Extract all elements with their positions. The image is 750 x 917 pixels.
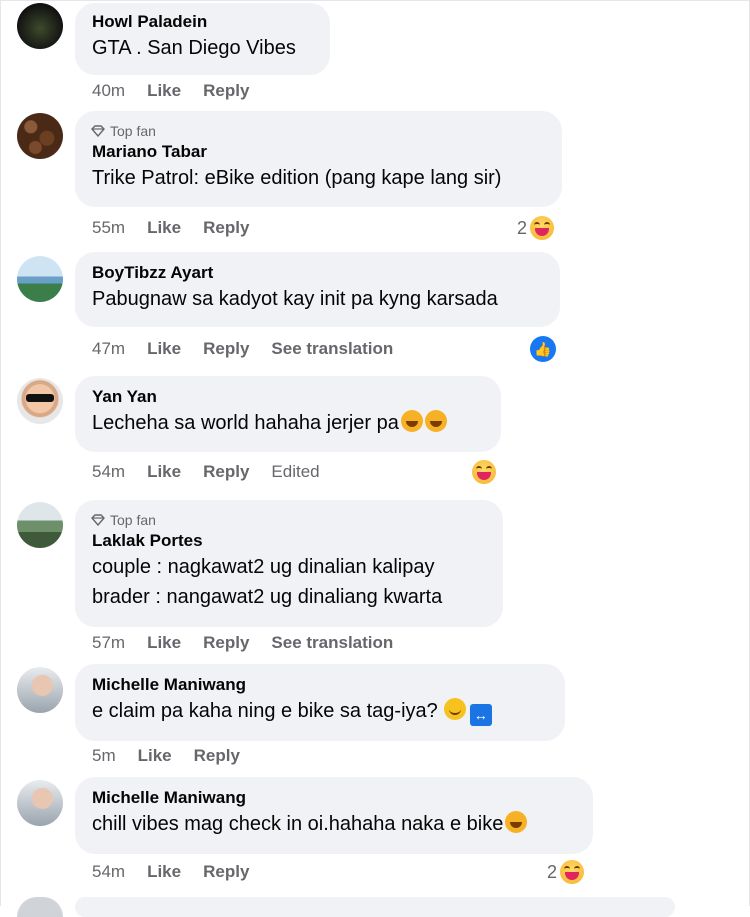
top-fan-badge: Top fan (91, 121, 545, 141)
left-right-arrow-icon: ↔ (469, 704, 492, 726)
avatar[interactable] (17, 502, 63, 548)
reply-button[interactable]: Reply (203, 633, 249, 653)
laughing-emoji-icon (472, 460, 496, 484)
comment-author[interactable]: Yan Yan (92, 386, 484, 408)
smile-emoji-icon (443, 698, 466, 720)
top-fan-label: Top fan (110, 123, 156, 139)
diamond-icon (91, 125, 105, 137)
comment-actions: 57m Like Reply See translation (92, 631, 415, 655)
reaction-summary[interactable]: 2 (547, 860, 585, 884)
laughing-emoji-icon (560, 860, 585, 884)
comment-actions: 40m Like Reply (92, 79, 271, 103)
comment-author[interactable]: Howl Paladein (92, 11, 313, 33)
reply-button[interactable]: Reply (203, 862, 249, 882)
reply-button[interactable]: Reply (203, 218, 249, 238)
like-button[interactable]: Like (138, 746, 172, 766)
top-fan-label: Top fan (110, 512, 156, 528)
comment-author[interactable]: BoyTibzz Ayart (92, 262, 543, 284)
reaction-summary[interactable] (472, 460, 496, 484)
diamond-icon (91, 514, 105, 526)
comment-actions: 54m Like Reply Edited (92, 460, 342, 484)
sunglasses-icon (26, 394, 54, 402)
comment-actions: 55m Like Reply (92, 216, 271, 240)
reply-button[interactable]: Reply (203, 339, 249, 359)
edited-label: Edited (271, 462, 320, 481)
comment-time[interactable]: 55m (92, 218, 125, 238)
comment-text-line: brader : nangawat2 ug dinaliang kwarta (92, 586, 443, 608)
comment-text: Trike Patrol: eBike edition (pang kape l… (92, 167, 502, 189)
comment-bubble: Michelle Maniwang e claim pa kaha ning e… (75, 664, 565, 741)
avatar[interactable] (17, 3, 63, 49)
comment-text-content: e claim pa kaha ning e bike sa tag-iya? (92, 700, 438, 722)
comment-text: Pabugnaw sa kadyot kay init pa kyng kars… (92, 288, 498, 310)
comment-actions: 54m Like Reply (92, 860, 271, 884)
reaction-summary[interactable]: 2 (517, 216, 555, 240)
comment-text: GTA . San Diego Vibes (92, 37, 296, 59)
avatar[interactable] (17, 113, 63, 159)
reaction-count: 2 (547, 861, 558, 882)
top-fan-badge: Top fan (91, 510, 486, 530)
comment-bubble: Howl Paladein GTA . San Diego Vibes (75, 3, 330, 75)
comment-author[interactable]: Mariano Tabar (92, 141, 545, 163)
comment-text: e claim pa kaha ning e bike sa tag-iya? ↔ (92, 696, 548, 726)
like-button[interactable]: Like (147, 462, 181, 482)
comment-bubble: BoyTibzz Ayart Pabugnaw sa kadyot kay in… (75, 252, 560, 327)
comment-time[interactable]: 57m (92, 633, 125, 653)
comment-actions: 47m Like Reply See translation (92, 337, 415, 361)
rofl-emoji-icon (400, 410, 423, 432)
comment-bubble (75, 897, 675, 917)
comment-time[interactable]: 5m (92, 746, 116, 766)
avatar[interactable] (17, 667, 63, 713)
comment-author[interactable]: Laklak Portes (92, 530, 486, 552)
reply-button[interactable]: Reply (203, 462, 249, 482)
comment-time[interactable]: 47m (92, 339, 125, 359)
reaction-count: 2 (517, 217, 528, 238)
reply-button[interactable]: Reply (203, 81, 249, 101)
comment-bubble: Michelle Maniwang chill vibes mag check … (75, 777, 593, 854)
avatar[interactable] (17, 256, 63, 302)
like-icon: 👍 (530, 336, 556, 362)
comment-actions: 5m Like Reply (92, 744, 262, 768)
like-button[interactable]: Like (147, 633, 181, 653)
comment-text: Lecheha sa world hahaha jerjer pa (92, 408, 484, 438)
comment-time[interactable]: 40m (92, 81, 125, 101)
like-button[interactable]: Like (147, 81, 181, 101)
comment-bubble: Top fan Laklak Portes couple : nagkawat2… (75, 500, 503, 627)
like-button[interactable]: Like (147, 218, 181, 238)
reaction-summary[interactable]: 👍 (530, 336, 556, 362)
comment-author[interactable]: Michelle Maniwang (92, 787, 576, 809)
comment-time[interactable]: 54m (92, 462, 125, 482)
see-translation-link[interactable]: See translation (271, 633, 393, 653)
rofl-emoji-icon (505, 811, 528, 833)
comment-author[interactable]: Michelle Maniwang (92, 674, 548, 696)
comment-text-line: couple : nagkawat2 ug dinalian kalipay (92, 556, 435, 578)
comment-text-content: chill vibes mag check in oi.hahaha naka … (92, 813, 504, 835)
like-button[interactable]: Like (147, 862, 181, 882)
laughing-emoji-icon (530, 216, 555, 240)
comment-text-content: Lecheha sa world hahaha jerjer pa (92, 412, 399, 434)
comment-bubble: Yan Yan Lecheha sa world hahaha jerjer p… (75, 376, 501, 452)
rofl-emoji-icon (424, 410, 447, 432)
see-translation-link[interactable]: See translation (271, 339, 393, 359)
like-button[interactable]: Like (147, 339, 181, 359)
reply-button[interactable]: Reply (194, 746, 240, 766)
comment-time[interactable]: 54m (92, 862, 125, 882)
avatar[interactable] (17, 780, 63, 826)
comment-text: chill vibes mag check in oi.hahaha naka … (92, 809, 576, 839)
comment-bubble: Top fan Mariano Tabar Trike Patrol: eBik… (75, 111, 562, 207)
